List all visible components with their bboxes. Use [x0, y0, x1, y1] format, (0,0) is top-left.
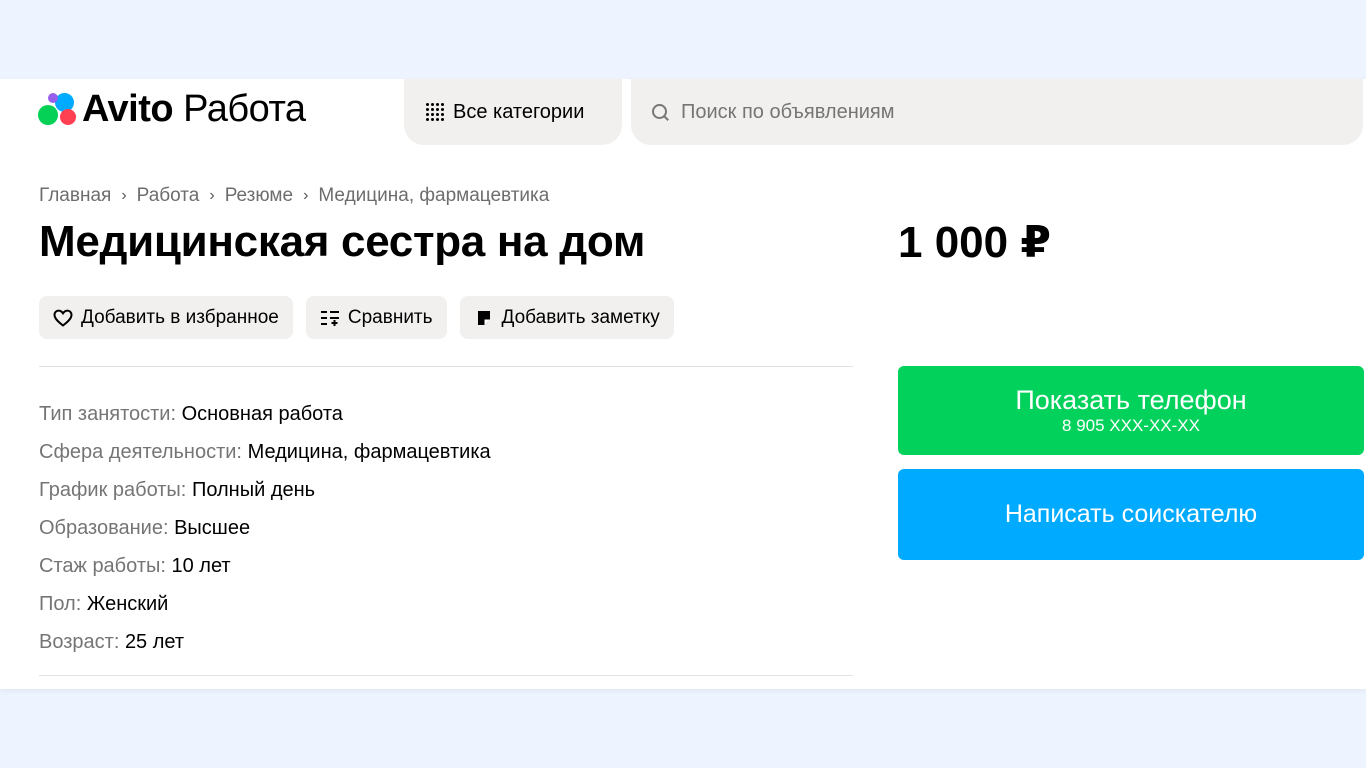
avito-logo[interactable]: Avito Работа: [38, 88, 306, 130]
write-to-candidate-button[interactable]: Написать соискателю: [898, 469, 1364, 560]
phone-masked: 8 905 XXX-XX-XX: [1062, 416, 1200, 435]
breadcrumb-category[interactable]: Медицина, фармацевтика: [318, 185, 549, 207]
price: 1 000 ₽: [898, 218, 1051, 267]
param-education: Образование: Высшее: [39, 517, 251, 539]
note-label: Добавить заметку: [501, 306, 660, 328]
page-title: Медицинская сестра на дом: [39, 217, 646, 266]
breadcrumb-work[interactable]: Работа: [137, 185, 200, 207]
breadcrumb: Главная › Работа › Резюме › Медицина, фа…: [39, 185, 549, 207]
breadcrumb-resumes[interactable]: Резюме: [225, 185, 293, 207]
search-icon: [651, 103, 669, 121]
param-schedule: График работы: Полный день: [39, 479, 316, 501]
chevron-right-icon: ›: [303, 187, 309, 204]
param-employment-type: Тип занятости: Основная работа: [39, 403, 343, 425]
logo-dots-icon: [38, 91, 78, 127]
param-gender: Пол: Женский: [39, 593, 169, 615]
param-age: Возраст: 25 лет: [39, 631, 185, 653]
show-phone-label: Показать телефон: [1015, 385, 1247, 415]
heart-icon: [53, 308, 73, 328]
all-categories-label: Все категории: [453, 100, 585, 123]
breadcrumb-home[interactable]: Главная: [39, 185, 111, 207]
chevron-right-icon: ›: [121, 187, 127, 204]
all-categories-button[interactable]: Все категории: [404, 79, 622, 145]
page-card: Avito Работа Все категории Главная › Раб…: [0, 79, 1366, 689]
logo-text: Avito Работа: [82, 88, 306, 130]
param-field: Сфера деятельности: Медицина, фармацевти…: [39, 441, 491, 463]
divider: [39, 675, 853, 676]
params-list: Тип занятости: Основная работа Сфера дея…: [39, 395, 491, 661]
param-experience: Стаж работы: 10 лет: [39, 555, 231, 577]
compare-button[interactable]: Сравнить: [305, 296, 447, 339]
chevron-right-icon: ›: [209, 187, 215, 204]
search-bar[interactable]: [631, 79, 1363, 145]
action-bar: Добавить в избранное Сравнить Добавить з…: [39, 296, 674, 339]
add-note-button[interactable]: Добавить заметку: [459, 296, 674, 339]
divider: [39, 366, 853, 367]
show-phone-button[interactable]: Показать телефон 8 905 XXX-XX-XX: [898, 366, 1364, 455]
add-to-favorites-button[interactable]: Добавить в избранное: [39, 296, 293, 339]
grid-icon: [426, 103, 444, 121]
favorite-label: Добавить в избранное: [81, 306, 279, 328]
compare-label: Сравнить: [347, 306, 433, 328]
note-icon: [474, 308, 494, 328]
search-input[interactable]: [681, 100, 1281, 124]
compare-icon: [320, 308, 340, 328]
